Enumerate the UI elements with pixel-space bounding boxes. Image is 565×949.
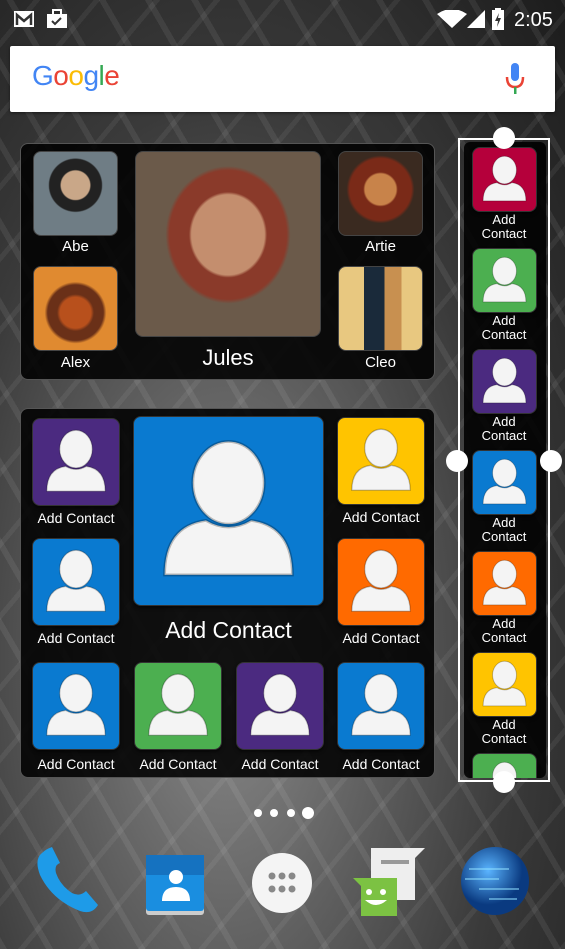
add-contact-tile[interactable] [236, 662, 324, 750]
tile-label: Add Contact [342, 509, 420, 525]
person-icon [482, 660, 527, 707]
person-icon [482, 155, 527, 202]
person-icon [351, 673, 411, 736]
browser-globe-icon[interactable] [459, 845, 531, 917]
tile-label: Add Contact [342, 630, 420, 646]
person-icon [482, 559, 527, 606]
page-dot-current[interactable] [302, 807, 314, 819]
tile-label: Add [492, 414, 516, 429]
add-contact-tile[interactable] [337, 662, 425, 750]
add-contact-tile[interactable] [472, 551, 537, 616]
tile-label: Contact [481, 731, 527, 746]
contact-photo-cleo[interactable] [338, 266, 423, 351]
person-icon [46, 673, 106, 736]
resize-handle-right[interactable] [540, 450, 562, 472]
tile-label: Add [492, 616, 516, 631]
status-bar: 2:05 [0, 0, 565, 40]
resize-handle-bottom[interactable] [493, 771, 515, 793]
contact-name: Abe [62, 238, 89, 255]
tile-label: Contact [481, 226, 527, 241]
tile-label: Contact [481, 529, 527, 544]
person-icon [482, 458, 527, 505]
add-contact-tile[interactable] [32, 538, 120, 626]
page-dot[interactable] [270, 809, 278, 817]
person-icon [46, 429, 106, 492]
gmail-icon [14, 11, 34, 27]
add-contact-tile-large[interactable] [133, 416, 324, 606]
favorites-widget: Abe Jules Artie Alex Cleo [20, 143, 435, 380]
tile-label: Add Contact [37, 756, 115, 772]
cell-signal-icon [467, 10, 485, 28]
tile-label: Contact [481, 327, 527, 342]
battery-charging-icon [492, 8, 504, 30]
contact-photo-alex[interactable] [33, 266, 118, 351]
contact-name: Artie [365, 238, 396, 255]
phone-icon[interactable] [32, 845, 104, 917]
person-icon [148, 673, 208, 736]
contact-name: Jules [202, 345, 254, 370]
clock: 2:05 [514, 9, 553, 31]
resize-handle-left[interactable] [446, 450, 468, 472]
add-contact-tile[interactable] [134, 662, 222, 750]
tile-label: Add Contact [165, 617, 292, 643]
contact-photo-abe[interactable] [33, 151, 118, 236]
tile-label: Contact [481, 630, 527, 645]
tile-label: Add [492, 313, 516, 328]
page-dot[interactable] [287, 809, 295, 817]
messenger-icon[interactable] [353, 848, 425, 918]
tile-label: Add [492, 717, 516, 732]
google-search-bar[interactable]: Google [10, 46, 555, 112]
add-contact-tile[interactable] [32, 418, 120, 506]
person-icon [250, 673, 310, 736]
tile-label: Add Contact [139, 756, 217, 772]
add-contact-tile[interactable] [32, 662, 120, 750]
contact-name: Alex [60, 354, 91, 371]
add-contact-tile[interactable] [337, 538, 425, 626]
person-icon [351, 549, 411, 612]
person-icon [163, 440, 294, 577]
contacts-icon[interactable] [144, 855, 208, 917]
resize-handle-top[interactable] [493, 127, 515, 149]
tile-label: Add Contact [241, 756, 319, 772]
add-contact-strip-widget: Add Contact Add Contact Add Contact Add Contact… [464, 142, 546, 778]
add-contact-tile[interactable] [337, 417, 425, 505]
page-dot[interactable] [254, 809, 262, 817]
briefcase-check-icon [47, 9, 67, 28]
tile-label: Add [492, 515, 516, 530]
add-contact-tile[interactable] [472, 248, 537, 313]
wifi-icon [437, 10, 467, 28]
add-contact-tile[interactable] [472, 450, 537, 515]
google-logo: Google [32, 60, 120, 91]
contact-name: Cleo [365, 354, 396, 371]
person-icon [46, 549, 106, 612]
app-drawer-icon[interactable] [251, 852, 313, 914]
contact-photo-jules[interactable] [135, 151, 321, 337]
add-contact-tile[interactable] [472, 349, 537, 414]
tile-label: Add [492, 212, 516, 227]
tile-label: Add Contact [342, 756, 420, 772]
tile-label: Add Contact [37, 630, 115, 646]
add-contact-grid-widget: Add Contact Add Contact Add Contact Add … [20, 408, 435, 778]
contact-photo-artie[interactable] [338, 151, 423, 236]
tile-label: Add Contact [37, 510, 115, 526]
person-icon [351, 428, 411, 491]
add-contact-tile[interactable] [472, 147, 537, 212]
mic-icon[interactable] [505, 63, 525, 95]
add-contact-tile[interactable] [472, 652, 537, 717]
person-icon [482, 357, 527, 404]
tile-label: Contact [481, 428, 527, 443]
person-icon [482, 256, 527, 303]
